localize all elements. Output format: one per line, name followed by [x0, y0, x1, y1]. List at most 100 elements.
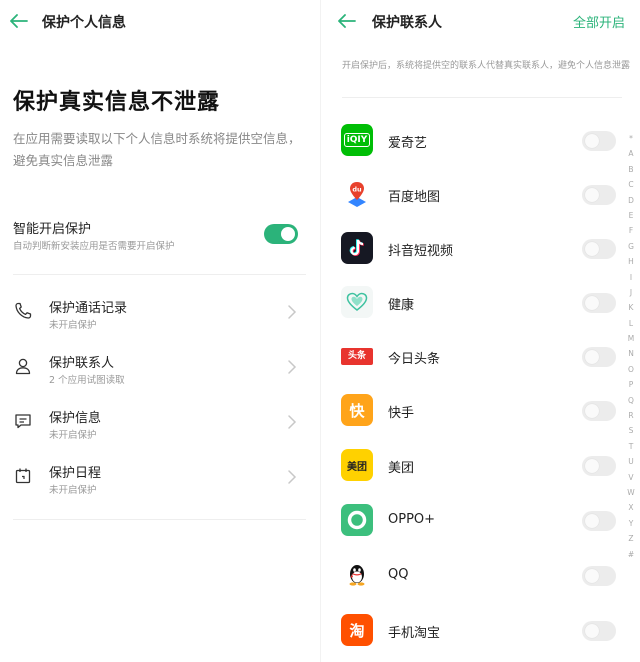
app-row-douyin: 抖音短视频	[320, 222, 620, 276]
toggle-knob	[585, 404, 599, 418]
toggle-knob	[585, 134, 599, 148]
app-label: 抖音短视频	[388, 244, 454, 259]
index-letter[interactable]: Y	[629, 516, 634, 531]
menu-item-label: 保护通话记录	[49, 301, 128, 316]
toutiao-icon-text: 头条	[341, 347, 373, 365]
menu-item-messages[interactable]: 保护信息 未开启保护	[0, 397, 320, 451]
app-label: 爱奇艺	[388, 136, 428, 151]
calendar-icon	[15, 468, 31, 484]
index-letter[interactable]: P	[629, 377, 634, 392]
chevron-right-icon	[288, 415, 297, 429]
index-letter[interactable]: N	[628, 346, 634, 361]
divider	[342, 97, 622, 98]
app-row-toutiao: 头条 今日头条	[320, 330, 620, 384]
alphabet-index-bar[interactable]: * A B C D E F G H I J K L M N O P Q R S T U V W X Y Z #	[624, 131, 638, 562]
hero-description: 在应用需要读取以下个人信息时系统将提供空信息，避免真实信息泄露	[13, 131, 301, 168]
app-protect-toggle[interactable]	[582, 185, 616, 205]
index-letter[interactable]: I	[630, 270, 632, 285]
smart-protect-subtitle: 自动判断新安装应用是否需要开启保护	[13, 241, 175, 252]
menu-item-call-log[interactable]: 保护通话记录 未开启保护	[0, 287, 320, 341]
app-protect-toggle[interactable]	[582, 456, 616, 476]
smart-protect-toggle[interactable]	[264, 224, 298, 244]
index-letter[interactable]: X	[628, 500, 633, 515]
index-letter[interactable]: H	[628, 254, 634, 269]
app-row-meituan: 美团 美团	[320, 439, 620, 493]
app-label: 今日头条	[388, 352, 441, 367]
baidu-map-graphic: du	[348, 182, 366, 207]
app-row-taobao: 淘 手机淘宝	[320, 604, 620, 658]
index-letter[interactable]: V	[628, 470, 633, 485]
iqiyi-icon: iQIY	[341, 124, 373, 156]
person-icon	[15, 358, 31, 375]
menu-item-calendar[interactable]: 保护日程 未开启保护	[0, 452, 320, 506]
app-label: 手机淘宝	[388, 626, 441, 641]
kuaishou-icon-text: 快	[349, 401, 365, 420]
health-heart-graphic	[346, 292, 368, 311]
index-letter[interactable]: B	[628, 162, 633, 177]
menu-item-status: 2 个应用试图读取	[49, 375, 125, 386]
toutiao-icon: 头条	[341, 340, 373, 372]
index-letter[interactable]: U	[628, 454, 634, 469]
menu-item-label: 保护日程	[49, 466, 102, 481]
index-letter[interactable]: K	[629, 300, 634, 315]
oppo-plus-icon	[341, 504, 373, 536]
back-arrow-icon[interactable]	[8, 10, 30, 32]
message-icon	[15, 414, 31, 429]
index-letter[interactable]: F	[629, 223, 633, 238]
index-letter[interactable]: E	[629, 208, 634, 223]
app-protect-toggle[interactable]	[582, 401, 616, 421]
index-letter[interactable]: L	[629, 316, 633, 331]
index-letter[interactable]: Z	[628, 531, 633, 546]
app-row-health: 健康	[320, 276, 620, 330]
app-protect-toggle[interactable]	[582, 347, 616, 367]
menu-item-status: 未开启保护	[49, 430, 97, 441]
menu-item-contacts[interactable]: 保护联系人 2 个应用试图读取	[0, 342, 320, 396]
toggle-knob	[585, 569, 599, 583]
app-protect-toggle[interactable]	[582, 131, 616, 151]
app-label: 美团	[388, 461, 415, 476]
index-letter[interactable]: O	[628, 362, 634, 377]
svg-text:du: du	[352, 186, 362, 194]
toggle-knob	[585, 459, 599, 473]
app-protect-toggle[interactable]	[582, 293, 616, 313]
index-letter[interactable]: S	[629, 423, 634, 438]
protect-contacts-screen: 保护联系人 全部开启 开启保护后，系统将提供空的联系人代替真实联系人，避免个人信…	[320, 0, 640, 662]
menu-item-status: 未开启保护	[49, 485, 97, 496]
hero-title: 保护真实信息不泄露	[13, 90, 221, 115]
index-letter[interactable]: D	[628, 193, 634, 208]
index-letter[interactable]: M	[628, 331, 634, 346]
toggle-knob	[585, 624, 599, 638]
divider	[13, 519, 306, 520]
toggle-knob	[585, 188, 599, 202]
app-protect-toggle[interactable]	[582, 239, 616, 259]
app-protect-toggle[interactable]	[582, 621, 616, 641]
meituan-icon: 美团	[341, 449, 373, 481]
index-letter[interactable]: R	[628, 408, 633, 423]
app-label: 百度地图	[388, 190, 441, 205]
toggle-knob	[585, 514, 599, 528]
meituan-icon-text: 美团	[347, 461, 367, 473]
page-title: 保护联系人	[372, 15, 442, 31]
back-arrow-icon[interactable]	[336, 10, 358, 32]
app-label: 快手	[388, 406, 415, 421]
toggle-knob	[585, 350, 599, 364]
chevron-right-icon	[288, 360, 297, 374]
index-letter[interactable]: J	[630, 285, 632, 300]
index-letter[interactable]: *	[629, 131, 633, 146]
app-row-baidu-map: du 百度地图	[320, 168, 620, 222]
page-title: 保护个人信息	[42, 15, 126, 31]
enable-all-button[interactable]: 全部开启	[573, 12, 625, 31]
index-letter[interactable]: A	[628, 146, 633, 161]
index-letter[interactable]: T	[629, 439, 634, 454]
index-letter[interactable]: Q	[628, 393, 634, 408]
index-letter[interactable]: W	[627, 485, 634, 500]
qq-penguin-graphic	[349, 565, 365, 586]
index-letter[interactable]: G	[628, 239, 634, 254]
index-letter[interactable]: C	[628, 177, 633, 192]
qq-icon	[341, 559, 373, 591]
toggle-knob	[281, 227, 295, 241]
taobao-icon: 淘	[341, 614, 373, 646]
app-protect-toggle[interactable]	[582, 511, 616, 531]
index-letter[interactable]: #	[628, 547, 634, 562]
app-protect-toggle[interactable]	[582, 566, 616, 586]
